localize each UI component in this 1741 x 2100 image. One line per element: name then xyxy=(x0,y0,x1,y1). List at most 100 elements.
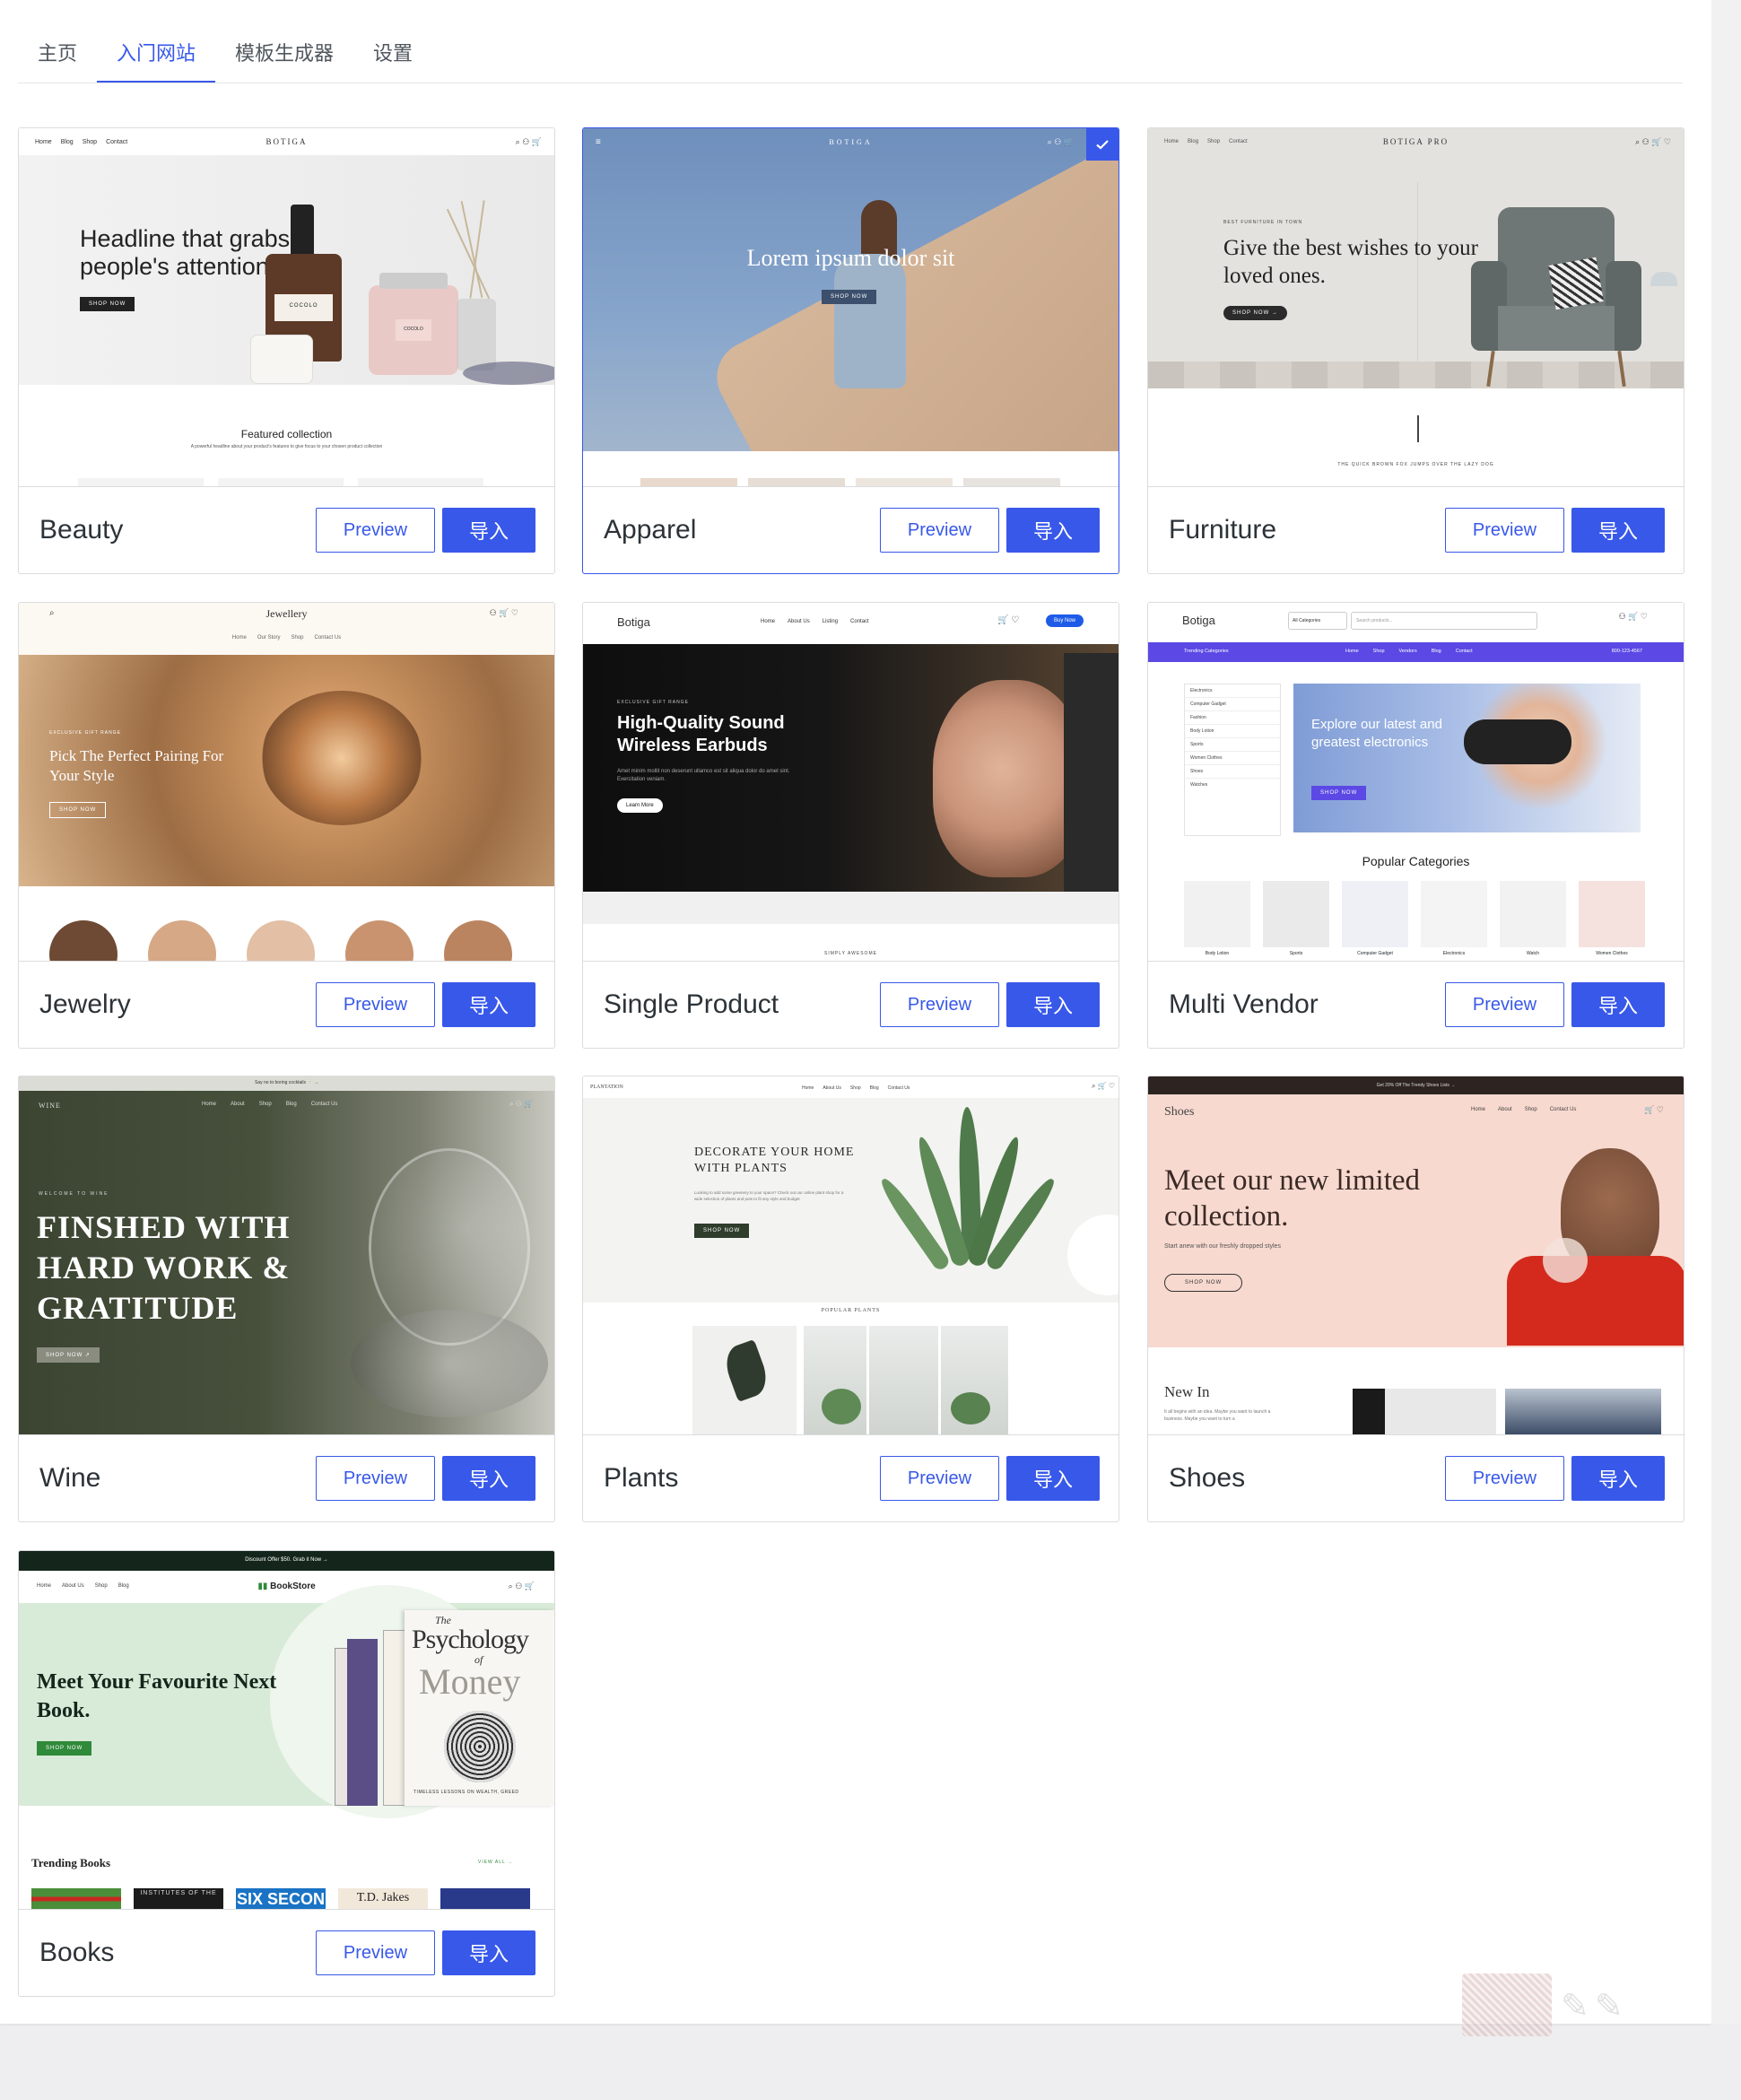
thumb-logo: BOTIGA xyxy=(266,137,308,146)
card-title: Apparel xyxy=(604,515,697,545)
preview-button[interactable]: Preview xyxy=(880,982,999,1027)
thumb-section-subtitle: A powerful headline about your product's… xyxy=(190,444,383,449)
tab-template-builder[interactable]: 模板生成器 xyxy=(215,25,353,83)
book-title: Psychology xyxy=(412,1625,529,1654)
thumb-nav: ⌕ Jewellery ⚇ 🛒 ♡ Home Our Story Shop Co… xyxy=(19,603,554,653)
site-thumbnail[interactable]: Home Blog Shop Contact BOTIGA PRO ⌕ ⚇ 🛒 … xyxy=(1148,128,1684,487)
site-thumbnail[interactable]: Home Blog Shop Contact BOTIGA ⌕ ⚇ 🛒 Head… xyxy=(19,128,554,487)
starter-site-card-jewelry[interactable]: ⌕ Jewellery ⚇ 🛒 ♡ Home Our Story Shop Co… xyxy=(18,602,555,1049)
watermark-logo: ✎✎ xyxy=(1462,1974,1677,2036)
site-thumbnail[interactable]: Get 20% Off The Trendy Shoes Lists → Sho… xyxy=(1148,1076,1684,1435)
site-thumbnail[interactable]: Botiga Home About Us Listing Contact 🛒 ♡… xyxy=(583,603,1119,962)
book-spine-image: T.D. Jakes xyxy=(338,1888,428,1909)
import-button[interactable]: 导入 xyxy=(1006,1456,1100,1501)
card-footer: Furniture Preview 导入 xyxy=(1148,487,1684,573)
site-thumbnail[interactable]: PLANTATION Home About Us Shop Blog Conta… xyxy=(583,1076,1119,1435)
thumb-headline: Pick The Perfect Pairing For Your Style xyxy=(49,747,224,784)
aloe-plant-image xyxy=(861,1106,1076,1295)
product-jar-image xyxy=(250,335,313,384)
thumb-headline: Give the best wishes to your loved ones. xyxy=(1223,236,1478,288)
site-thumbnail[interactable]: Say no to boring cocktails 🍸 → WINE Home… xyxy=(19,1076,554,1435)
thumb-cta: SHOP NOW ↗ xyxy=(37,1347,100,1363)
model-portrait-image xyxy=(1489,1130,1684,1346)
thumb-nav-link: Contact xyxy=(850,619,869,624)
preview-button[interactable]: Preview xyxy=(1445,982,1564,1027)
tab-starter-sites[interactable]: 入门网站 xyxy=(97,25,216,83)
import-button[interactable]: 导入 xyxy=(442,1456,535,1501)
card-title: Single Product xyxy=(604,989,779,1019)
thumb-cta: SHOP NOW xyxy=(694,1224,750,1238)
import-button[interactable]: 导入 xyxy=(1006,508,1100,553)
preview-button[interactable]: Preview xyxy=(316,508,435,553)
thumb-logo: Shoes xyxy=(1164,1105,1195,1119)
starter-site-card-furniture[interactable]: Home Blog Shop Contact BOTIGA PRO ⌕ ⚇ 🛒 … xyxy=(1147,127,1684,574)
starter-site-card-plants[interactable]: PLANTATION Home About Us Shop Blog Conta… xyxy=(582,1076,1119,1522)
import-button[interactable]: 导入 xyxy=(1571,982,1665,1027)
thumb-nav-link: Home xyxy=(35,138,52,145)
pump-image xyxy=(291,205,314,254)
import-button[interactable]: 导入 xyxy=(1571,508,1665,553)
import-button[interactable]: 导入 xyxy=(442,1930,535,1975)
thumb-eyebrow: EXCLUSIVE GIFT RANGE xyxy=(49,730,121,736)
starter-site-card-wine[interactable]: Say no to boring cocktails 🍸 → WINE Home… xyxy=(18,1076,555,1522)
thumb-nav-link: Blog xyxy=(869,1085,879,1091)
wine-glass-image xyxy=(315,1130,548,1426)
card-title: Furniture xyxy=(1169,515,1277,545)
thumb-logo: BOTIGA PRO xyxy=(1382,137,1449,146)
preview-button[interactable]: Preview xyxy=(316,982,435,1027)
window-plants-photo xyxy=(804,1326,1008,1434)
site-thumbnail[interactable]: Discount Offer $50. Grab it Now → Home A… xyxy=(19,1551,554,1910)
thumb-search-field: Search products... xyxy=(1351,612,1537,630)
thumb-nav: Shoes Home About Shop Contact Us 🛒 ♡ xyxy=(1148,1094,1684,1125)
thumb-headline: Lorem ipsum dolor sit xyxy=(746,245,955,271)
site-thumbnail[interactable]: ≡ BOTIGA ⌕ ⚇ 🛒 Lorem ipsum dolor sit SHO… xyxy=(583,128,1119,487)
book-cover-image xyxy=(383,1630,406,1806)
tab-home[interactable]: 主页 xyxy=(18,25,97,83)
thumb-nav-link: Blog xyxy=(285,1102,297,1107)
thumb-nav-link: Contact xyxy=(1455,649,1473,654)
import-button[interactable]: 导入 xyxy=(442,508,535,553)
card-title: Beauty xyxy=(39,515,124,545)
thumb-logo: WINE xyxy=(39,1102,61,1110)
thumb-logo: Jewellery xyxy=(266,607,308,620)
site-thumbnail[interactable]: Botiga All Categories Search products...… xyxy=(1148,603,1684,962)
starter-site-card-shoes[interactable]: Get 20% Off The Trendy Shoes Lists → Sho… xyxy=(1147,1076,1684,1522)
thumb-cta: SHOP NOW xyxy=(1164,1274,1243,1292)
thumb-nav-link: Home xyxy=(802,1085,814,1091)
thumb-headline: Explore our latest and greatest electron… xyxy=(1311,717,1442,750)
import-button[interactable]: 导入 xyxy=(1571,1456,1665,1501)
thumb-logo: Botiga xyxy=(617,615,650,629)
thumb-nav: Botiga Home About Us Listing Contact 🛒 ♡… xyxy=(583,603,1119,644)
preview-button[interactable]: Preview xyxy=(880,1456,999,1501)
thumb-category-bar: Trending Categories Home Shop Vendors Bl… xyxy=(1148,642,1684,662)
preview-button[interactable]: Preview xyxy=(1445,1456,1564,1501)
import-button[interactable]: 导入 xyxy=(1006,982,1100,1027)
book-cover-image: The Psychology of Money TIMELESS LESSONS… xyxy=(405,1610,554,1806)
scrollbar-track[interactable] xyxy=(1711,0,1741,2024)
thumb-nav-link: Blog xyxy=(1431,649,1441,654)
lavender-image xyxy=(463,362,554,385)
thumb-nav: WINE Home About Shop Blog Contact Us ⌕ ⚇… xyxy=(19,1091,554,1118)
thumb-headline: Meet our new limited collection. xyxy=(1164,1164,1421,1233)
thumb-hero: Headline that grabs people's attention S… xyxy=(19,155,554,385)
thumb-nav-link: Shop xyxy=(291,635,304,640)
thumb-nav-link: About Us xyxy=(823,1085,841,1091)
starter-site-card-multi-vendor[interactable]: Botiga All Categories Search products...… xyxy=(1147,602,1684,1049)
starter-site-card-books[interactable]: Discount Offer $50. Grab it Now → Home A… xyxy=(18,1550,555,1997)
thumb-nav-link: Our Story xyxy=(257,635,281,640)
import-button[interactable]: 导入 xyxy=(442,982,535,1027)
starter-site-card-apparel[interactable]: ≡ BOTIGA ⌕ ⚇ 🛒 Lorem ipsum dolor sit SHO… xyxy=(582,127,1119,574)
thumb-nav: ≡ BOTIGA ⌕ ⚇ 🛒 xyxy=(583,128,1119,155)
tab-settings[interactable]: 设置 xyxy=(353,25,432,83)
preview-button[interactable]: Preview xyxy=(316,1456,435,1501)
thumb-nav: Home Blog Shop Contact BOTIGA ⌕ ⚇ 🛒 xyxy=(19,128,554,155)
preview-button[interactable]: Preview xyxy=(1445,508,1564,553)
starter-site-card-single-product[interactable]: Botiga Home About Us Listing Contact 🛒 ♡… xyxy=(582,602,1119,1049)
site-thumbnail[interactable]: ⌕ Jewellery ⚇ 🛒 ♡ Home Our Story Shop Co… xyxy=(19,603,554,962)
thumb-nav-link: Shop xyxy=(1207,139,1221,144)
thumb-topbar: Get 20% Off The Trendy Shoes Lists → xyxy=(1148,1076,1684,1094)
preview-button[interactable]: Preview xyxy=(880,508,999,553)
preview-button[interactable]: Preview xyxy=(316,1930,435,1975)
thumb-nav-icons: 🛒 ♡ xyxy=(1644,1105,1664,1114)
starter-site-card-beauty[interactable]: Home Blog Shop Contact BOTIGA ⌕ ⚇ 🛒 Head… xyxy=(18,127,555,574)
